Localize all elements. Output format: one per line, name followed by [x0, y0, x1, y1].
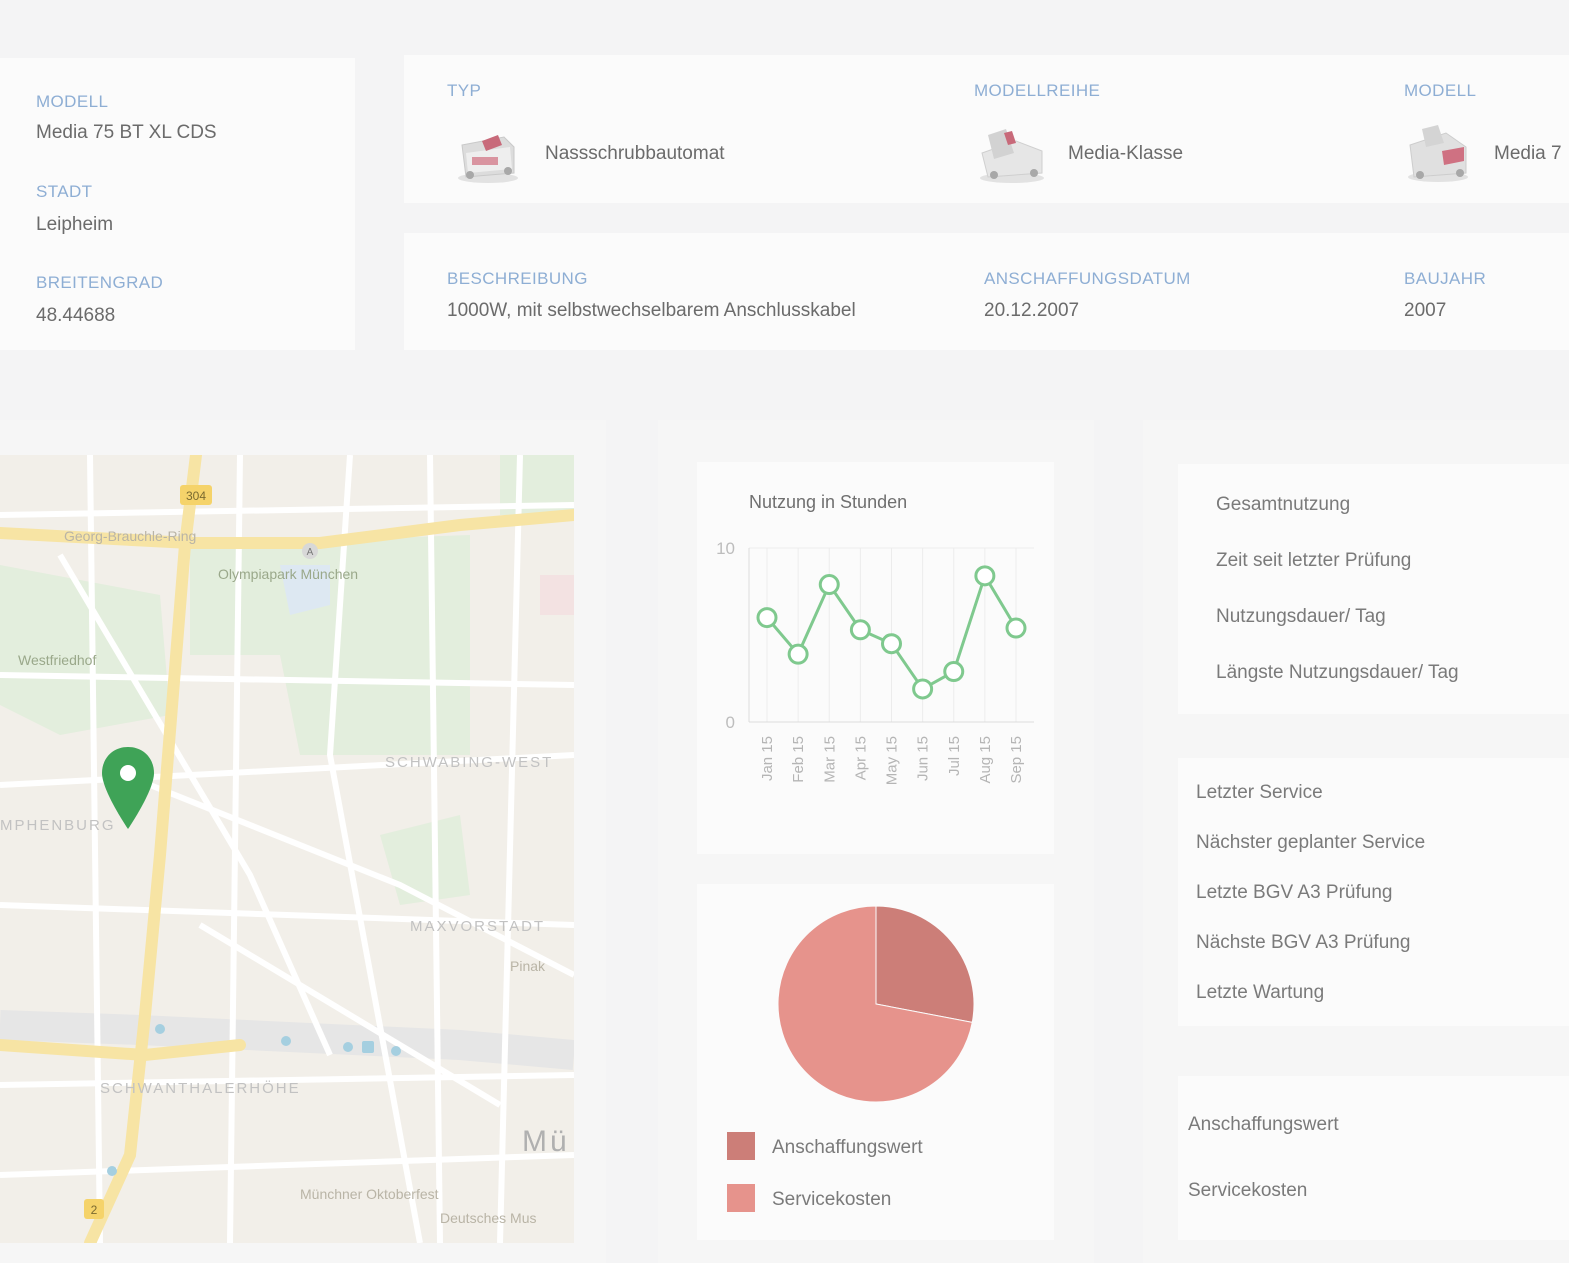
data-point[interactable]: [787, 643, 809, 665]
usage-stats-card: Gesamtnutzung Zeit seit letzter Prüfung …: [1178, 464, 1569, 714]
data-point[interactable]: [1005, 617, 1027, 639]
baujahr-value: 2007: [1404, 300, 1447, 321]
map-label-road-304: 304: [186, 489, 206, 503]
y-tick-label: 0: [726, 713, 735, 732]
scrubber-machine-icon: [458, 135, 518, 183]
service-item-naechste-bgv: Nächste BGV A3 Prüfung: [1196, 932, 1411, 953]
data-point[interactable]: [974, 565, 996, 587]
data-point[interactable]: [849, 619, 871, 641]
x-tick-label: Aug 15: [977, 736, 994, 784]
map-label-westfriedhof: Westfriedhof: [18, 652, 96, 668]
service-item-naechster-service: Nächster geplanter Service: [1196, 832, 1426, 853]
breitengrad-label: BREITENGRAD: [36, 273, 164, 292]
x-tick-label: Sep 15: [1008, 736, 1025, 784]
usage-item-laengste-nutzungsdauer: Längste Nutzungsdauer/ Tag: [1216, 662, 1459, 683]
x-tick-label: Apr 15: [852, 736, 869, 780]
modell-label: MODELL: [36, 92, 109, 111]
cost-item-servicekosten: Servicekosten: [1188, 1180, 1308, 1201]
machine-info-card: MODELL Media 75 BT XL CDS STADT Leipheim…: [0, 58, 355, 350]
x-tick-label: Jan 15: [759, 736, 776, 781]
y-tick-label: 10: [716, 539, 735, 558]
legend-swatch: [727, 1184, 755, 1212]
data-point[interactable]: [756, 607, 778, 629]
usage-line-chart: Nutzung in Stunden 0 10 Jan 15 Feb 15 Mar 15…: [716, 492, 1034, 785]
usage-item-gesamtnutzung: Gesamtnutzung: [1216, 494, 1351, 515]
typ-label: TYP: [447, 81, 482, 100]
legend-label: Anschaffungswert: [772, 1137, 923, 1158]
description-card: BESCHREIBUNG 1000W, mit selbstwechselbar…: [404, 233, 1569, 350]
map-label-two: 2: [91, 1203, 98, 1217]
typ-value: Nassschrubbautomat: [545, 143, 725, 164]
x-tick-label: May 15: [884, 736, 901, 785]
map-label-a: A: [307, 547, 314, 558]
legend-label: Servicekosten: [772, 1189, 891, 1210]
map-label-schwanthalerhoehe: SCHWANTHALERHÖHE: [100, 1079, 301, 1097]
map-label-schwabing: SCHWABING-WEST: [385, 754, 553, 771]
map-label-pinak: Pinak: [510, 958, 546, 974]
service-item-letzte-wartung: Letzte Wartung: [1196, 982, 1325, 1003]
scrubber-machine-icon: [980, 129, 1044, 183]
service-item-letzter-service: Letzter Service: [1196, 782, 1323, 803]
data-point[interactable]: [818, 574, 840, 596]
x-tick-label: Jul 15: [946, 736, 963, 776]
data-point[interactable]: [881, 633, 902, 655]
chart-title: Nutzung in Stunden: [749, 492, 907, 512]
x-tick-label: Jun 15: [915, 736, 932, 781]
modell-value: Media 75 BT XL CDS: [36, 122, 217, 143]
map-label-georg: Georg-Brauchle-Ring: [64, 528, 196, 544]
map-label-muenchen: Mü: [522, 1125, 570, 1158]
beschreibung-label: BESCHREIBUNG: [447, 269, 588, 288]
scrubber-machine-icon: [1408, 125, 1468, 182]
legend-swatch: [727, 1132, 755, 1160]
type-card: TYP Nassschrubbautomat MODELLREIHE Media…: [404, 55, 1569, 203]
modell-value: Media 7: [1494, 143, 1562, 164]
modellreihe-value: Media-Klasse: [1068, 143, 1184, 164]
cost-card: Anschaffungswert Servicekosten: [1178, 1076, 1569, 1240]
anschaffungsdatum-value: 20.12.2007: [984, 300, 1080, 321]
usage-item-nutzungsdauer-tag: Nutzungsdauer/ Tag: [1216, 606, 1386, 627]
map-label-maxvorstadt: MAXVORSTADT: [410, 918, 545, 935]
x-tick-label: Feb 15: [790, 736, 807, 783]
service-item-letzte-bgv: Letzte BGV A3 Prüfung: [1196, 882, 1393, 903]
stadt-label: STADT: [36, 182, 93, 201]
map-label-oktoberfest: Münchner Oktoberfest: [300, 1186, 439, 1202]
data-point[interactable]: [912, 678, 934, 700]
service-card: Letzter Service Nächster geplanter Servi…: [1178, 758, 1569, 1026]
usage-item-zeit-seit-pruefung: Zeit seit letzter Prüfung: [1216, 550, 1412, 571]
map[interactable]: 304 2 A Georg-Brauchle-Ring Olympiapark …: [0, 455, 574, 1243]
stadt-value: Leipheim: [36, 214, 114, 235]
cost-pie-chart: Anschaffungswert Servicekosten: [727, 905, 975, 1212]
x-tick-label: Mar 15: [821, 736, 838, 783]
anschaffungsdatum-label: ANSCHAFFUNGSDATUM: [984, 269, 1191, 288]
pie-slice[interactable]: [875, 905, 975, 1023]
modell-label: MODELL: [1404, 81, 1477, 100]
map-label-museum: Deutsches Mus: [440, 1210, 536, 1226]
beschreibung-value: 1000W, mit selbstwechselbarem Anschlussk…: [447, 300, 856, 321]
breitengrad-value: 48.44688: [36, 305, 116, 326]
map-label-nymphenburg: MPHENBURG: [0, 817, 116, 834]
line-chart-card: Nutzung in Stunden 0 10 Jan 15 Feb 15 Mar 15…: [697, 462, 1054, 854]
baujahr-label: BAUJAHR: [1404, 269, 1487, 288]
cost-item-anschaffungswert: Anschaffungswert: [1188, 1114, 1339, 1135]
data-point[interactable]: [943, 661, 965, 683]
pie-chart-card: Anschaffungswert Servicekosten: [697, 884, 1054, 1240]
map-label-olympia: Olympiapark München: [218, 566, 358, 582]
modellreihe-label: MODELLREIHE: [974, 81, 1101, 100]
